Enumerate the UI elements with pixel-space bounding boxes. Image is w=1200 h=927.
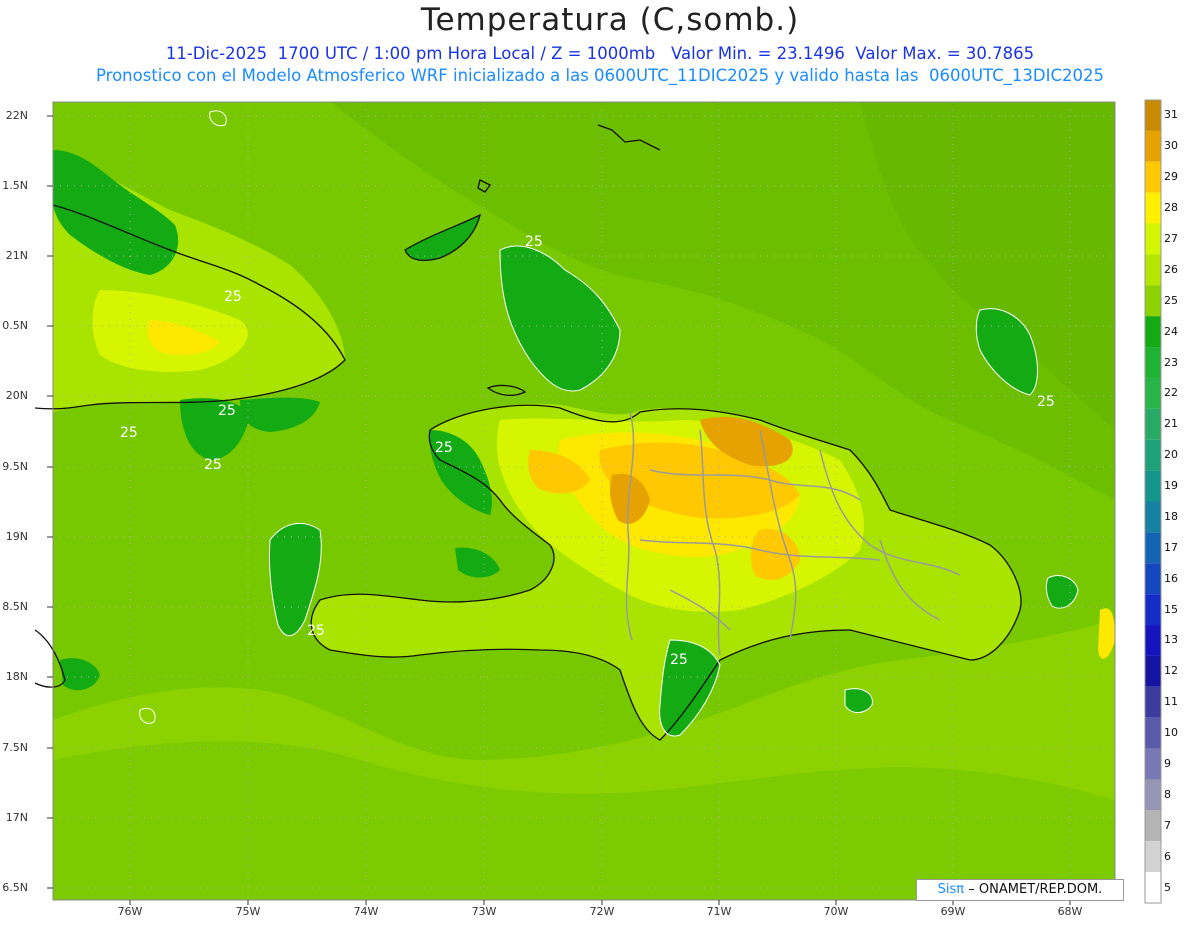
colorbar-swatch [1145, 563, 1161, 595]
colorbar-label: 12 [1164, 664, 1178, 678]
lat-tick-label: 7.5N [2, 741, 28, 754]
colorbar-swatch [1145, 625, 1161, 656]
colorbar [1144, 99, 1162, 904]
colorbar-label: 26 [1164, 262, 1178, 276]
colorbar-label: 17 [1164, 540, 1178, 554]
colorbar-swatch [1145, 377, 1161, 409]
lon-tick-label: 70W [823, 905, 849, 918]
colorbar-label: 10 [1164, 726, 1178, 740]
temperature-map: 25 25 25 25 25 25 25 25 25 [34, 99, 1162, 905]
colorbar-swatch [1145, 532, 1161, 564]
lon-tick-label: 69W [940, 905, 966, 918]
colorbar-swatch [1145, 501, 1161, 533]
colorbar-label: 23 [1164, 355, 1178, 369]
colorbar-label: 27 [1164, 231, 1178, 245]
colorbar-swatch [1145, 748, 1161, 780]
colorbar-swatch [1145, 841, 1161, 873]
colorbar-swatch [1145, 161, 1161, 193]
lat-tick-label: 8.5N [2, 600, 28, 613]
colorbar-swatch [1145, 686, 1161, 718]
lat-tick-label: 21N [5, 249, 28, 262]
colorbar-swatch [1145, 347, 1161, 378]
colorbar-label: 29 [1164, 170, 1178, 184]
contour-label: 25 [670, 652, 688, 668]
lon-tick-label: 73W [471, 905, 497, 918]
colorbar-swatch [1145, 316, 1161, 348]
lon-tick-label: 76W [117, 905, 143, 918]
colorbar-label: 22 [1164, 386, 1178, 400]
colorbar-label: 9 [1164, 757, 1171, 771]
map-field [53, 102, 1115, 900]
colorbar-label: 20 [1164, 448, 1178, 462]
contour-label: 25 [307, 623, 325, 639]
lat-tick-label: 20N [5, 389, 28, 402]
colorbar-swatch [1145, 470, 1161, 502]
lon-tick-label: 74W [353, 905, 379, 918]
colorbar-swatch [1145, 408, 1161, 440]
colorbar-label: 25 [1164, 293, 1178, 307]
lon-tick-label: 71W [706, 905, 732, 918]
colorbar-label: 15 [1164, 602, 1178, 616]
lat-tick-label: 9.5N [2, 460, 28, 473]
lat-tick-label: 17N [5, 811, 28, 824]
lon-tick-label: 72W [589, 905, 615, 918]
contour-label: 25 [218, 403, 236, 419]
contour-label: 25 [120, 425, 138, 441]
colorbar-swatch [1145, 130, 1161, 162]
lat-tick-label: 22N [5, 109, 28, 122]
lat-tick-label: 18N [5, 670, 28, 683]
lat-tick-label: 6.5N [2, 881, 28, 894]
lon-tick-label: 75W [235, 905, 261, 918]
colorbar-label: 18 [1164, 509, 1178, 523]
colorbar-swatch [1145, 655, 1161, 687]
colorbar-swatch [1145, 254, 1161, 286]
colorbar-label: 24 [1164, 324, 1178, 338]
colorbar-label: 11 [1164, 695, 1178, 709]
colorbar-swatch [1145, 779, 1161, 811]
lat-tick-label: 19N [5, 530, 28, 543]
lon-tick-label: 68W [1057, 905, 1083, 918]
colorbar-label: 6 [1164, 849, 1171, 863]
contour-label: 25 [224, 289, 242, 305]
lat-tick-label: 0.5N [2, 319, 28, 332]
colorbar-label: 7 [1164, 818, 1171, 832]
colorbar-label: 30 [1164, 139, 1178, 153]
colorbar-swatch [1145, 594, 1161, 626]
colorbar-swatch [1145, 439, 1161, 471]
contour-label: 25 [204, 457, 222, 473]
colorbar-label: 13 [1164, 633, 1178, 647]
lat-tick-label: 1.5N [2, 179, 28, 192]
colorbar-label: 21 [1164, 417, 1178, 431]
credit-text: – ONAMET/REP.DOM. [968, 882, 1103, 897]
contour-label: 25 [435, 440, 453, 456]
contour-label: 25 [525, 234, 543, 250]
colorbar-swatch [1145, 872, 1161, 903]
colorbar-label: 19 [1164, 479, 1178, 493]
colorbar-swatch [1145, 100, 1161, 131]
sispi-logo-text: Sisπ [937, 882, 965, 897]
credit-box: Sisπ – ONAMET/REP.DOM. [916, 879, 1124, 901]
contour-label: 25 [1037, 394, 1055, 410]
colorbar-label: 8 [1164, 787, 1171, 801]
colorbar-swatch [1145, 192, 1161, 224]
colorbar-swatch [1145, 223, 1161, 255]
colorbar-swatch [1145, 285, 1161, 317]
colorbar-label: 5 [1164, 880, 1171, 894]
colorbar-swatch [1145, 717, 1161, 749]
colorbar-label: 16 [1164, 571, 1178, 585]
colorbar-label: 28 [1164, 201, 1178, 215]
colorbar-label: 31 [1164, 108, 1178, 122]
colorbar-swatch [1145, 810, 1161, 842]
